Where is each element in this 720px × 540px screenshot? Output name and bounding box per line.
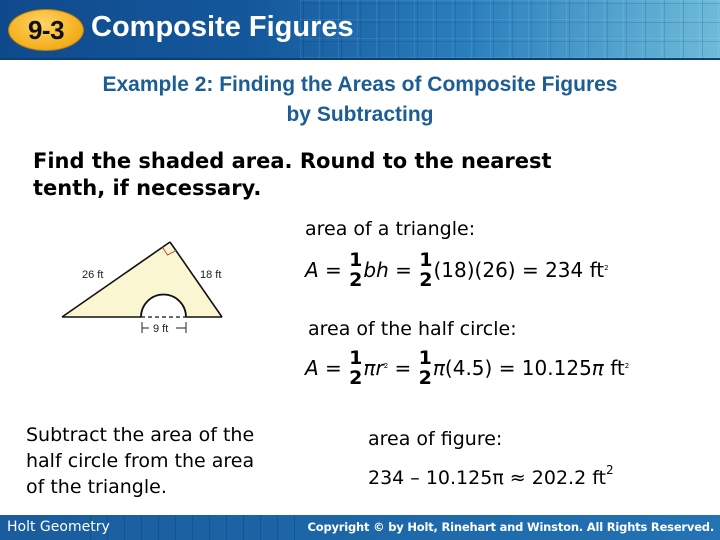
triangle-area-equation: A = 1 2 bh = 1 2 (18)(26) = 234 ft 2: [305, 250, 609, 290]
figure-area-value: 234 – 10.125π ≈ 202.2 ft: [368, 467, 607, 489]
fraction-numerator: 1: [418, 347, 432, 369]
figure-area-label: area of figure:: [368, 428, 503, 450]
one-half-fraction: 1 2: [349, 348, 362, 388]
explanation-line3: of the triangle.: [26, 476, 167, 498]
fraction-denominator: 2: [349, 367, 363, 389]
unit-exponent: 2: [624, 362, 630, 370]
one-half-fraction: 1 2: [419, 348, 432, 388]
example-heading-line2: by Subtracting: [286, 103, 434, 126]
figure-svg: 26 ft 18 ft 9 ft: [61, 241, 223, 335]
diameter-label: 9 ft: [153, 323, 168, 335]
fraction-numerator: 1: [419, 249, 433, 271]
pi-symbol: π: [363, 356, 376, 380]
radius-exponent: 2: [383, 362, 389, 370]
fraction-denominator: 2: [419, 269, 433, 291]
figure-area-expression: 234 – 10.125π ≈ 202.2 ft2: [368, 463, 614, 489]
problem-prompt: Find the shaded area. Round to the neare…: [33, 148, 673, 202]
pi-symbol: π: [432, 356, 445, 380]
explanation-line1: Subtract the area of the: [26, 424, 255, 446]
example-heading: Example 2: Finding the Areas of Composit…: [0, 70, 720, 130]
prompt-line1: Find the shaded area. Round to the neare…: [33, 149, 552, 173]
one-half-fraction: 1 2: [349, 250, 362, 290]
triangle-area-label: area of a triangle:: [305, 218, 476, 240]
equals-sign: =: [318, 356, 349, 380]
half-circle-area-values: (4.5) = 10.125: [444, 356, 592, 380]
pi-symbol: π: [591, 356, 604, 380]
explanation-line2: half circle from the area: [26, 450, 255, 472]
side-left-label: 26 ft: [82, 269, 103, 281]
fraction-numerator: 1: [349, 347, 363, 369]
fraction-denominator: 2: [349, 269, 363, 291]
lesson-title: Composite Figures: [91, 11, 354, 43]
side-right-label: 18 ft: [200, 269, 221, 281]
prompt-line2: tenth, if necessary.: [33, 176, 262, 200]
header-banner: 9-3 Composite Figures: [0, 0, 720, 58]
lesson-number-badge: 9-3: [8, 9, 84, 51]
triangle-area-values: (18)(26) = 234 ft: [433, 258, 605, 282]
footer-publisher-title: Holt Geometry: [7, 519, 110, 535]
half-circle-area-label: area of the half circle:: [308, 318, 517, 340]
base-height-vars: bh: [363, 258, 389, 282]
half-circle-area-equation: A = 1 2 π r 2 = 1 2 π (4.5) = 10.125 π f…: [305, 348, 629, 388]
equals-sign: =: [388, 356, 418, 380]
area-variable: A: [305, 258, 319, 282]
equals-sign: =: [318, 258, 349, 282]
footer-grid-pattern: [90, 515, 310, 540]
unit-exponent: 2: [606, 463, 614, 477]
footer-copyright: Copyright © by Holt, Rinehart and Winsto…: [307, 520, 715, 534]
unit-exponent: 2: [604, 264, 609, 272]
fraction-numerator: 1: [349, 249, 363, 271]
footer-bar: Holt Geometry Copyright © by Holt, Rineh…: [0, 515, 720, 540]
one-half-fraction: 1 2: [419, 250, 432, 290]
example-heading-line1: Example 2: Finding the Areas of Composit…: [102, 73, 618, 96]
area-variable: A: [305, 356, 319, 380]
fraction-denominator: 2: [418, 367, 432, 389]
header-grid-pattern: [300, 0, 720, 58]
header-divider: [0, 58, 720, 60]
explanation-text: Subtract the area of the half circle fro…: [26, 422, 336, 500]
equals-sign: =: [388, 258, 419, 282]
unit: ft: [603, 356, 625, 380]
radius-variable: r: [375, 356, 384, 380]
composite-figure: 26 ft 18 ft 9 ft: [20, 200, 300, 360]
